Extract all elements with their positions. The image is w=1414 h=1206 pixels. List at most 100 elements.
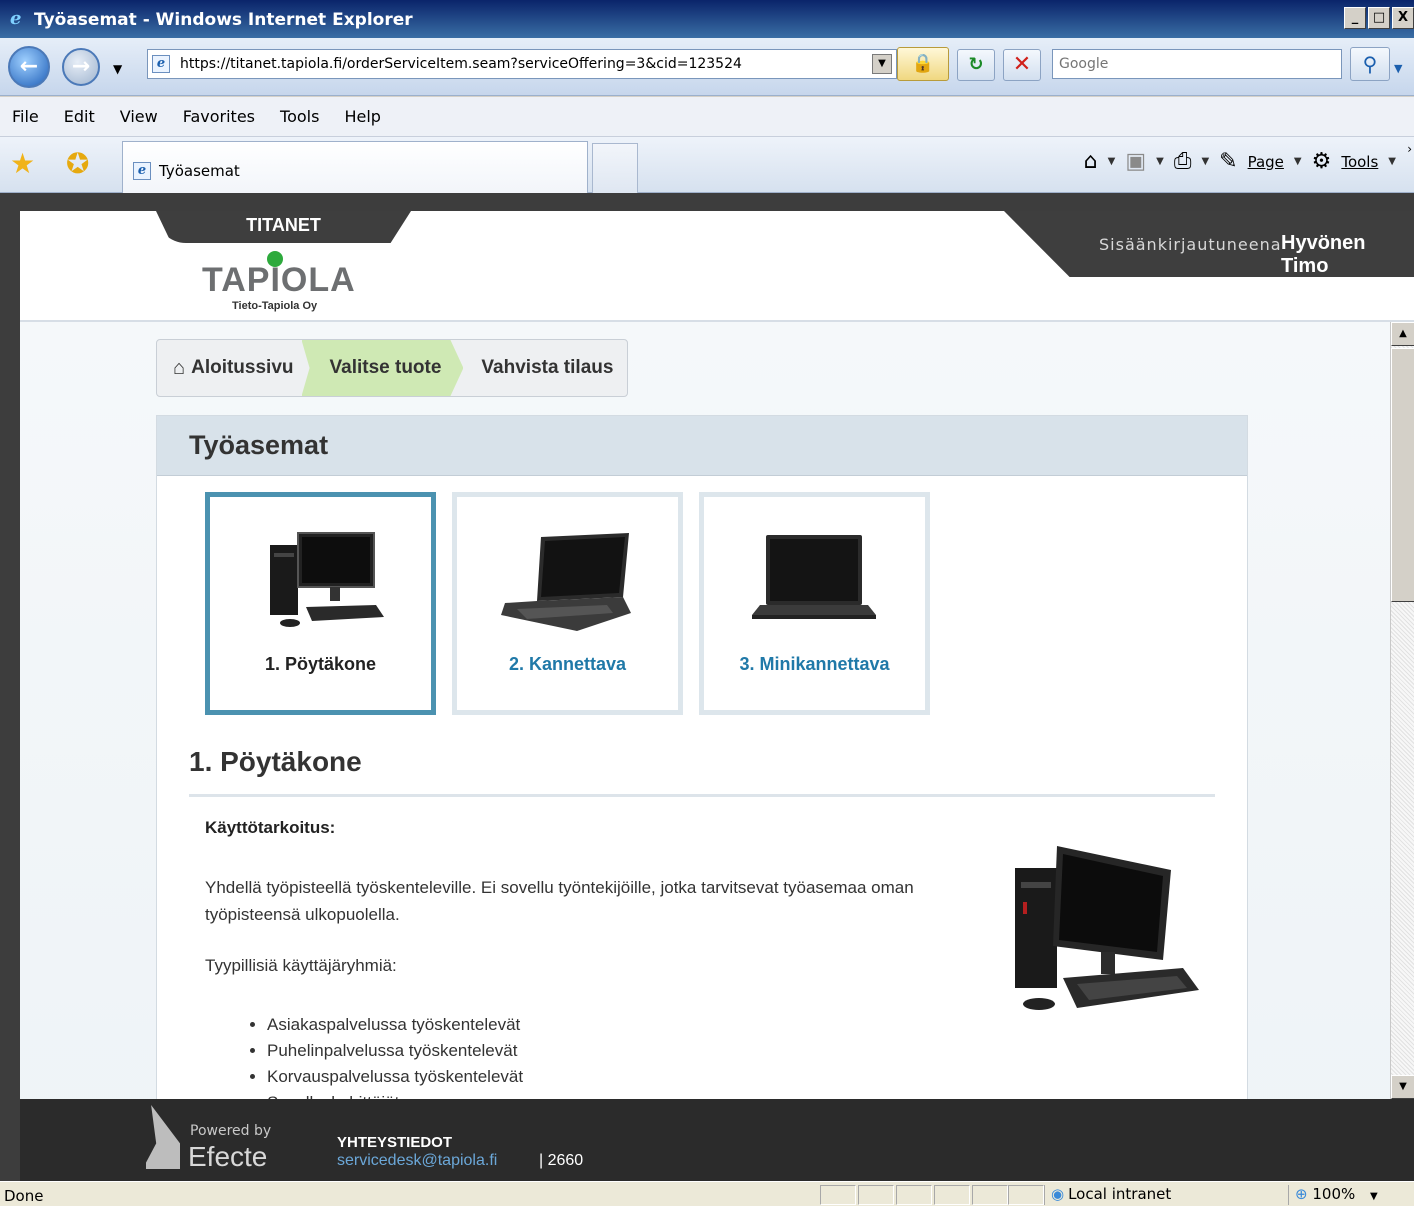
back-button[interactable]: ← [8,46,50,88]
scroll-down-button[interactable]: ▼ [1391,1075,1414,1099]
panel-header: Työasemat [157,416,1247,476]
feeds-icon[interactable]: ▣ [1125,149,1146,174]
add-favorite-icon[interactable]: ✪ [66,149,89,179]
breadcrumb: ⌂ Aloitussivu Valitse tuote Vahvista til… [156,339,629,397]
product-card-laptop[interactable]: 2. Kannettava [452,492,683,715]
tools-menu-dropdown[interactable]: ▼ [1388,156,1396,167]
contact-title: YHTEYSTIEDOT [337,1134,453,1151]
purpose-text: Yhdellä työpisteellä työskenteleville. E… [205,878,914,924]
status-segment [896,1185,932,1205]
print-dropdown[interactable]: ▼ [1201,156,1209,167]
status-bar: Done ◉ Local intranet ⊕ 100% ▼ [0,1181,1414,1206]
window-title: Työasemat - Windows Internet Explorer [34,10,413,30]
status-segment [820,1185,856,1205]
web-page: TITANET TAPIOLA Tieto-Tapiola Oy Sisäänk… [20,211,1414,1181]
list-item: Korvauspalvelussa työskentelevät [267,1064,523,1090]
menu-file[interactable]: File [12,107,39,126]
breadcrumb-select-product[interactable]: Valitse tuote [301,340,464,396]
page-menu-dropdown[interactable]: ▼ [1294,156,1302,167]
breadcrumb-confirm-order[interactable]: Vahvista tilaus [463,340,627,396]
tools-gear-icon[interactable]: ⚙ [1312,149,1332,174]
feeds-dropdown[interactable]: ▼ [1156,156,1164,167]
menu-favorites[interactable]: Favorites [183,107,255,126]
recent-pages-dropdown[interactable]: ▼ [113,62,122,76]
menu-help[interactable]: Help [344,107,380,126]
address-dropdown[interactable]: ▼ [872,54,892,74]
page-icon: e [152,55,170,73]
product-cards: 1. Pöytäkone 2. Kannettava 3. Minikannet… [205,492,930,715]
search-box[interactable] [1052,49,1342,79]
tab-tyoasemat[interactable]: e Työasemat [122,141,588,193]
window-controls: _ □ X [1344,7,1414,29]
print-icon[interactable]: ⎙ [1174,149,1192,174]
product-card-desktop[interactable]: 1. Pöytäkone [205,492,436,715]
menu-edit[interactable]: Edit [64,107,95,126]
mini-laptop-icon [752,535,876,619]
status-segment [972,1185,1008,1205]
breadcrumb-home-label: Aloitussivu [191,357,294,378]
menu-bar: File Edit View Favorites Tools Help [0,97,1414,137]
new-tab-button[interactable] [592,143,638,193]
desktop-computer-icon [270,532,384,627]
scroll-up-button[interactable]: ▲ [1391,322,1414,346]
menu-view[interactable]: View [120,107,158,126]
address-url[interactable]: https://titanet.tapiola.fi/orderServiceI… [180,56,742,72]
user-name: Hyvönen Timo [1281,232,1366,277]
zoom-level[interactable]: ⊕ 100% ▼ [1288,1185,1408,1205]
site-header: TITANET TAPIOLA Tieto-Tapiola Oy Sisäänk… [20,211,1414,322]
zoom-dropdown[interactable]: ▼ [1370,1191,1378,1202]
product-card-label: 1. Pöytäkone [264,654,377,674]
laptop-icon [501,533,631,631]
address-bar[interactable]: e https://titanet.tapiola.fi/orderServic… [147,49,897,79]
efecte-brand[interactable]: Efecte [188,1141,267,1173]
breadcrumb-home[interactable]: ⌂ Aloitussivu [157,340,309,396]
page-title: Työasemat [189,430,329,460]
search-button[interactable]: ⚲ [1350,47,1390,81]
chevron-more-icon[interactable]: › [1407,142,1412,156]
security-lock-icon[interactable]: 🔒 [897,47,949,81]
scroll-thumb[interactable] [1391,348,1414,602]
user-groups-label: Tyypillisiä käyttäjäryhmiä: [205,956,397,975]
refresh-button[interactable]: ↻ [957,49,995,81]
close-button[interactable]: X [1392,7,1414,29]
main-content: ⌂ Aloitussivu Valitse tuote Vahvista til… [20,322,1414,1181]
tab-label: Työasemat [159,162,240,180]
home-dropdown[interactable]: ▼ [1108,156,1116,167]
list-item: Asiakaspalvelussa työskentelevät [267,1012,523,1038]
search-input[interactable] [1053,50,1341,78]
zoom-value: 100% [1312,1185,1356,1203]
detail-title: 1. Pöytäkone [189,746,362,777]
list-item: Puhelinpalvelussa työskentelevät [267,1038,523,1064]
titanet-tab[interactable]: TITANET [156,211,411,243]
status-text: Done [4,1187,44,1205]
maximize-button[interactable]: □ [1368,7,1390,29]
zone-label: Local intranet [1068,1185,1172,1203]
forward-button[interactable]: → [62,48,100,86]
vertical-scrollbar[interactable]: ▲ ▼ [1390,322,1414,1099]
product-card-label: 3. Minikannettava [739,654,890,674]
stop-button[interactable]: ✕ [1003,49,1041,81]
title-bar: e Työasemat - Windows Internet Explorer … [0,0,1414,38]
zoom-icon: ⊕ [1295,1185,1308,1203]
servicedesk-email-link[interactable]: servicedesk@tapiola.fi [337,1152,497,1170]
servicedesk-phone: | 2660 [539,1152,584,1169]
minimize-button[interactable]: _ [1344,7,1366,29]
page-menu-icon[interactable]: ✎ [1219,149,1237,174]
tools-menu[interactable]: Tools [1341,153,1378,171]
security-zone[interactable]: ◉ Local intranet [1044,1185,1280,1205]
favorites-center-icon[interactable]: ★ [10,149,35,179]
address-toolbar: ← → ▼ e https://titanet.tapiola.fi/order… [0,38,1414,96]
logged-in-user: Sisäänkirjautuneena Hyvönen Timo [1004,211,1414,277]
product-card-minilaptop[interactable]: 3. Minikannettava [699,492,930,715]
tabs-toolbar: ★ ✪ e Työasemat ⌂ ▼ ▣ ▼ ⎙ ▼ ✎ Page ▼ ⚙ T… [0,137,1414,193]
search-options-dropdown[interactable]: ▼ [1394,62,1402,75]
status-segment [1008,1185,1044,1205]
status-segment [934,1185,970,1205]
logo-word: TAPIOLA [202,261,356,299]
tapiola-logo[interactable]: TAPIOLA Tieto-Tapiola Oy [202,251,362,312]
product-card-label: 2. Kannettava [508,654,627,674]
home-icon[interactable]: ⌂ [1084,149,1098,174]
page-menu[interactable]: Page [1248,153,1284,171]
page-icon: e [133,162,151,180]
menu-tools[interactable]: Tools [280,107,319,126]
